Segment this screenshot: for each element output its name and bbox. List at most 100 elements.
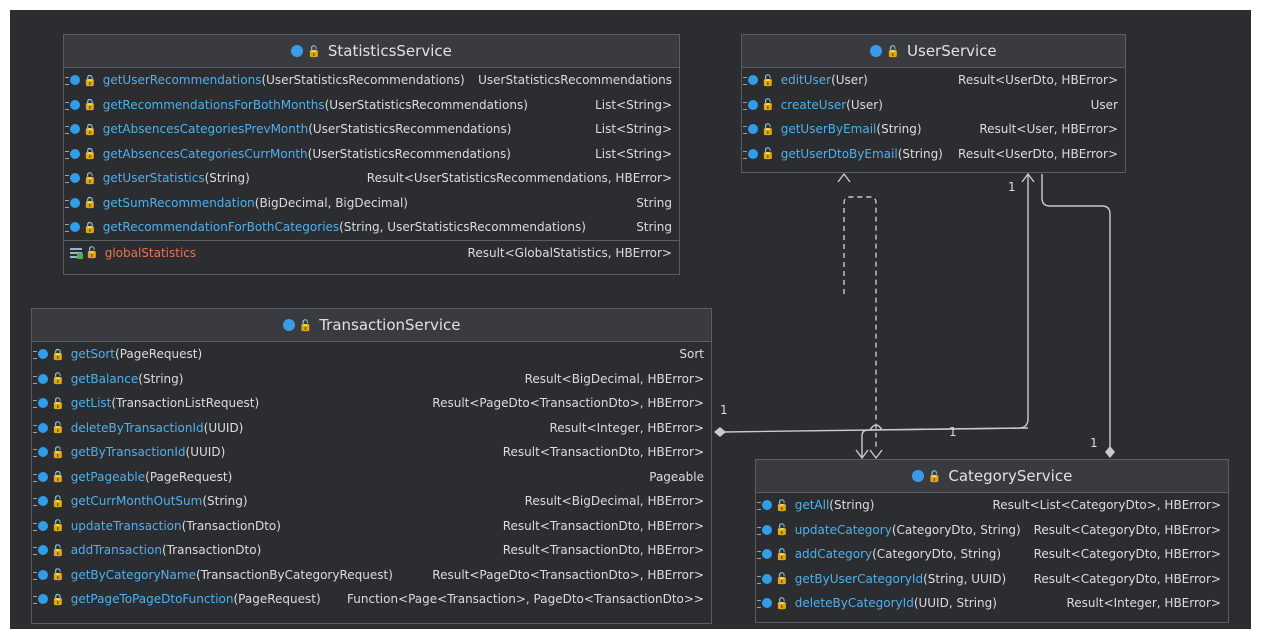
class-name: CategoryService xyxy=(948,467,1073,485)
public-lock-icon: 🔓 xyxy=(775,572,789,586)
member-type: Result<CategoryDto, HBError> xyxy=(1033,547,1221,562)
public-lock-icon: 🔓 xyxy=(775,596,789,610)
method-row[interactable]: 🔓 updateTransaction (TransactionDto) Result… xyxy=(32,514,711,539)
member-name: addTransaction xyxy=(70,543,162,558)
method-row[interactable]: 🔓 deleteByCategoryId (UUID, String) Result<… xyxy=(756,591,1228,616)
member-type: Result<Integer, HBError> xyxy=(1066,596,1222,611)
member-icons: 🔓 xyxy=(757,523,789,536)
public-lock-icon: 🔓 xyxy=(51,396,65,410)
method-row[interactable]: 🔒 getAbsencesCategoriesCurrMonth (UserStat… xyxy=(64,142,679,167)
method-row[interactable]: 🔒 getRecommendationForBothCategories (Stri… xyxy=(64,215,679,240)
class-header: 🔓 TransactionService xyxy=(32,309,711,342)
member-params: (UserStatisticsRecommendations) xyxy=(324,97,528,112)
class-header: 🔓 StatisticsService xyxy=(64,35,679,68)
member-icons: 🔓 xyxy=(33,421,65,435)
member-name: getAll xyxy=(794,498,830,513)
member-name: getPageToPageDtoFunction xyxy=(70,592,234,607)
member-icons: 🔒 xyxy=(65,196,97,210)
member-params: (String) xyxy=(829,498,875,513)
method-icon xyxy=(743,75,758,86)
method-icon xyxy=(65,222,80,233)
public-lock-icon: 🔓 xyxy=(775,498,789,512)
method-row[interactable]: 🔓 editUser (User) Result<UserDto, HBError> xyxy=(742,68,1125,93)
member-params: (TransactionListRequest) xyxy=(111,396,260,411)
dependency-arrowhead-user xyxy=(837,172,851,183)
method-icon xyxy=(33,373,48,384)
multiplicity-transaction-side: 1 xyxy=(720,403,728,417)
field-icon xyxy=(70,247,83,259)
multiplicity-edge-middle: 1 xyxy=(949,425,957,439)
member-type: Result<Integer, HBError> xyxy=(549,420,705,435)
private-lock-icon: 🔒 xyxy=(83,122,97,136)
method-row[interactable]: 🔓 getByUserCategoryId (String, UUID) Result… xyxy=(756,567,1228,592)
private-lock-icon: 🔒 xyxy=(83,147,97,161)
member-params: (String, UUID) xyxy=(923,571,1007,586)
method-row[interactable]: 🔓 getByCategoryName (TransactionByCategory… xyxy=(32,563,711,588)
method-row[interactable]: 🔒 getRecommendationsForBothMonths (UserSta… xyxy=(64,93,679,118)
method-icon xyxy=(33,594,48,605)
member-name: getAbsencesCategoriesCurrMonth xyxy=(102,146,308,161)
public-lock-icon: 🔓 xyxy=(51,421,65,435)
member-type: List<String> xyxy=(595,122,672,137)
field-row[interactable]: 🔓 globalStatistics Result<GlobalStatistics… xyxy=(64,239,679,266)
member-icons: 🔓 xyxy=(70,246,99,259)
composition-diamond-transaction xyxy=(714,427,726,437)
member-name: globalStatistics xyxy=(104,245,197,260)
method-row[interactable]: 🔒 getSort (PageRequest) Sort xyxy=(32,342,711,367)
member-icons: 🔒 xyxy=(65,221,97,234)
member-params: (CategoryDto, String) xyxy=(891,522,1021,537)
method-row[interactable]: 🔓 getUserStatistics (String) Result<UserSta… xyxy=(64,166,679,191)
class-header: 🔓 CategoryService xyxy=(756,460,1228,493)
public-lock-icon: 🔓 xyxy=(761,73,775,87)
method-row[interactable]: 🔓 createUser (User) User xyxy=(742,93,1125,118)
member-name: getSort xyxy=(70,347,116,362)
public-lock-icon: 🔓 xyxy=(761,147,775,161)
class-statistics-service[interactable]: 🔓 StatisticsService 🔒 getUserRecommendation… xyxy=(63,34,680,275)
method-row[interactable]: 🔓 getAll (String) Result<List<CategoryDto>,… xyxy=(756,493,1228,518)
method-row[interactable]: 🔒 getUserRecommendations (UserStatisticsRe… xyxy=(64,68,679,93)
class-user-service[interactable]: 🔓 UserService 🔓 editUser (User) Result<UserDt… xyxy=(741,34,1126,173)
public-lock-icon: 🔓 xyxy=(761,98,775,112)
class-header: 🔓 UserService xyxy=(742,35,1125,68)
method-icon xyxy=(33,496,48,507)
member-type: Result<TransactionDto, HBError> xyxy=(502,543,704,558)
member-params: (UserStatisticsRecommendations) xyxy=(261,73,465,88)
member-icons: 🔓 xyxy=(33,396,65,410)
method-row[interactable]: 🔓 getBalance (String) Result<BigDecimal, HB… xyxy=(32,367,711,392)
member-icons: 🔒 xyxy=(33,593,65,606)
method-icon xyxy=(757,524,772,535)
class-transaction-service[interactable]: 🔓 TransactionService 🔒 getSort (PageRequest)… xyxy=(31,308,712,624)
member-type: Result<BigDecimal, HBError> xyxy=(524,371,704,386)
member-icons: 🔓 xyxy=(33,544,65,557)
member-name: updateTransaction xyxy=(70,518,182,533)
public-lock-icon: 🔓 xyxy=(775,547,789,561)
private-lock-icon: 🔒 xyxy=(83,196,97,210)
method-row[interactable]: 🔒 getSumRecommendation (BigDecimal, BigDec… xyxy=(64,191,679,216)
method-row[interactable]: 🔒 getAbsencesCategoriesPrevMonth (UserStat… xyxy=(64,117,679,142)
method-row[interactable]: 🔓 getUserByEmail (String) Result<User, HBEr… xyxy=(742,117,1125,142)
member-params: (PageRequest) xyxy=(115,347,203,362)
method-row[interactable]: 🔓 getByTransactionId (UUID) Result<Transact… xyxy=(32,440,711,465)
method-row[interactable]: 🔓 getUserDtoByEmail (String) Result<UserDto… xyxy=(742,142,1125,167)
member-icons: 🔓 xyxy=(743,123,775,136)
method-row[interactable]: 🔓 getList (TransactionListRequest) Result<P… xyxy=(32,391,711,416)
member-icons: 🔓 xyxy=(757,572,789,586)
method-icon xyxy=(33,398,48,409)
method-row[interactable]: 🔓 getCurrMonthOutSum (String) Result<BigDec… xyxy=(32,489,711,514)
private-lock-icon: 🔒 xyxy=(83,98,97,112)
method-row[interactable]: 🔓 updateCategory (CategoryDto, String) Resu… xyxy=(756,518,1228,543)
method-icon xyxy=(757,573,772,584)
member-type: Result<CategoryDto, HBError> xyxy=(1033,522,1221,537)
method-row[interactable]: 🔓 addTransaction (TransactionDto) Result<Tr… xyxy=(32,538,711,563)
method-row[interactable]: 🔓 addCategory (CategoryDto, String) Result<… xyxy=(756,542,1228,567)
method-row[interactable]: 🔓 deleteByTransactionId (UUID) Result<Integ… xyxy=(32,416,711,441)
member-params: (String) xyxy=(897,146,943,161)
class-category-service[interactable]: 🔓 CategoryService 🔓 getAll (String) Result<Li… xyxy=(755,459,1229,623)
method-row[interactable]: 🔒 getPageToPageDtoFunction (PageRequest) Fu… xyxy=(32,587,711,612)
member-type: UserStatisticsRecommendations xyxy=(478,73,672,88)
class-icon xyxy=(911,470,924,482)
member-type: List<String> xyxy=(595,146,672,161)
method-row[interactable]: 🔒 getPageable (PageRequest) Pageable xyxy=(32,465,711,490)
member-name: getUserStatistics xyxy=(102,171,205,186)
public-lock-icon: 🔓 xyxy=(298,318,313,332)
